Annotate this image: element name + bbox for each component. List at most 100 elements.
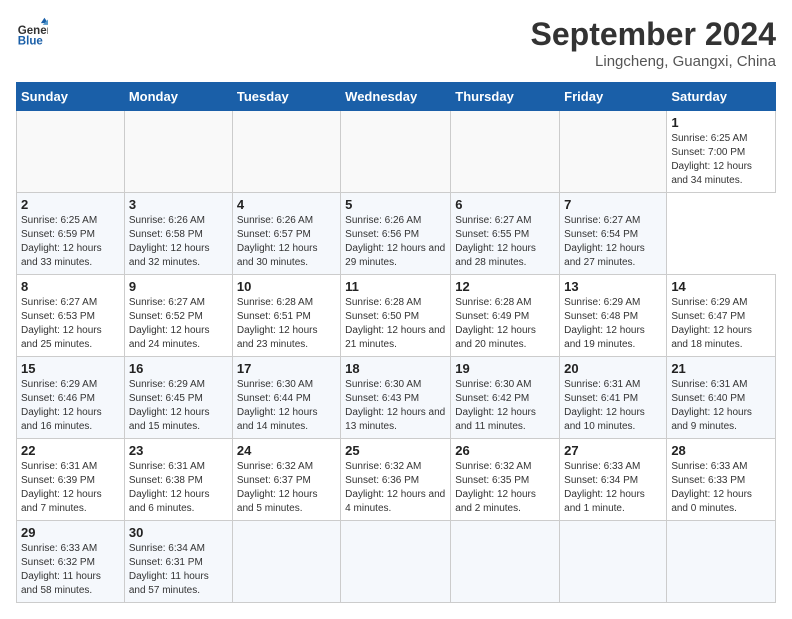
day-info: Sunrise: 6:25 AMSunset: 6:59 PMDaylight:…: [21, 214, 120, 270]
calendar-cell: 27 Sunrise: 6:33 AMSunset: 6:34 PMDaylig…: [560, 439, 667, 521]
calendar-cell: 12 Sunrise: 6:28 AMSunset: 6:49 PMDaylig…: [451, 275, 560, 357]
title-block: September 2024 Lingcheng, Guangxi, China: [531, 16, 776, 70]
day-info: Sunrise: 6:29 AMSunset: 6:45 PMDaylight:…: [129, 378, 228, 434]
calendar-cell: 5 Sunrise: 6:26 AMSunset: 6:56 PMDayligh…: [341, 193, 451, 275]
day-number: 15: [21, 361, 120, 376]
day-number: 21: [671, 361, 771, 376]
month-title: September 2024: [531, 16, 776, 53]
day-number: 23: [129, 443, 228, 458]
day-info: Sunrise: 6:31 AMSunset: 6:38 PMDaylight:…: [129, 460, 228, 516]
day-info: Sunrise: 6:31 AMSunset: 6:41 PMDaylight:…: [564, 378, 662, 434]
day-info: Sunrise: 6:34 AMSunset: 6:31 PMDaylight:…: [129, 542, 228, 598]
day-number: 11: [345, 279, 446, 294]
calendar-week-4: 15 Sunrise: 6:29 AMSunset: 6:46 PMDaylig…: [17, 357, 776, 439]
calendar-week-5: 22 Sunrise: 6:31 AMSunset: 6:39 PMDaylig…: [17, 439, 776, 521]
calendar-cell: 8 Sunrise: 6:27 AMSunset: 6:53 PMDayligh…: [17, 275, 125, 357]
day-number: 22: [21, 443, 120, 458]
calendar-cell: 15 Sunrise: 6:29 AMSunset: 6:46 PMDaylig…: [17, 357, 125, 439]
day-number: 29: [21, 525, 120, 540]
calendar-cell: 29 Sunrise: 6:33 AMSunset: 6:32 PMDaylig…: [17, 521, 125, 603]
day-number: 27: [564, 443, 662, 458]
day-number: 2: [21, 197, 120, 212]
calendar-cell: [560, 111, 667, 193]
day-number: 1: [671, 115, 771, 130]
col-header-tuesday: Tuesday: [232, 83, 340, 111]
calendar-cell: 9 Sunrise: 6:27 AMSunset: 6:52 PMDayligh…: [124, 275, 232, 357]
day-info: Sunrise: 6:32 AMSunset: 6:35 PMDaylight:…: [455, 460, 555, 516]
calendar-cell: 18 Sunrise: 6:30 AMSunset: 6:43 PMDaylig…: [341, 357, 451, 439]
day-number: 17: [237, 361, 336, 376]
day-info: Sunrise: 6:27 AMSunset: 6:52 PMDaylight:…: [129, 296, 228, 352]
day-info: Sunrise: 6:29 AMSunset: 6:48 PMDaylight:…: [564, 296, 662, 352]
calendar-cell: [560, 521, 667, 603]
calendar-cell: 10 Sunrise: 6:28 AMSunset: 6:51 PMDaylig…: [232, 275, 340, 357]
calendar-cell: [667, 521, 776, 603]
day-number: 12: [455, 279, 555, 294]
calendar-cell: [451, 111, 560, 193]
svg-text:Blue: Blue: [18, 35, 44, 47]
calendar-cell: 19 Sunrise: 6:30 AMSunset: 6:42 PMDaylig…: [451, 357, 560, 439]
day-info: Sunrise: 6:28 AMSunset: 6:51 PMDaylight:…: [237, 296, 336, 352]
logo-icon: General Blue: [16, 16, 48, 48]
calendar-week-6: 29 Sunrise: 6:33 AMSunset: 6:32 PMDaylig…: [17, 521, 776, 603]
calendar-cell: 16 Sunrise: 6:29 AMSunset: 6:45 PMDaylig…: [124, 357, 232, 439]
calendar-cell: 13 Sunrise: 6:29 AMSunset: 6:48 PMDaylig…: [560, 275, 667, 357]
calendar-cell: 26 Sunrise: 6:32 AMSunset: 6:35 PMDaylig…: [451, 439, 560, 521]
day-info: Sunrise: 6:27 AMSunset: 6:53 PMDaylight:…: [21, 296, 120, 352]
day-info: Sunrise: 6:26 AMSunset: 6:58 PMDaylight:…: [129, 214, 228, 270]
day-number: 19: [455, 361, 555, 376]
day-info: Sunrise: 6:28 AMSunset: 6:49 PMDaylight:…: [455, 296, 555, 352]
calendar-cell: 11 Sunrise: 6:28 AMSunset: 6:50 PMDaylig…: [341, 275, 451, 357]
calendar-cell: [232, 111, 340, 193]
day-info: Sunrise: 6:30 AMSunset: 6:42 PMDaylight:…: [455, 378, 555, 434]
calendar-cell: 17 Sunrise: 6:30 AMSunset: 6:44 PMDaylig…: [232, 357, 340, 439]
calendar-cell: [341, 111, 451, 193]
day-number: 24: [237, 443, 336, 458]
day-number: 20: [564, 361, 662, 376]
day-number: 10: [237, 279, 336, 294]
day-number: 14: [671, 279, 771, 294]
calendar-cell: [341, 521, 451, 603]
calendar-cell: 14 Sunrise: 6:29 AMSunset: 6:47 PMDaylig…: [667, 275, 776, 357]
col-header-saturday: Saturday: [667, 83, 776, 111]
day-info: Sunrise: 6:25 AMSunset: 7:00 PMDaylight:…: [671, 132, 771, 188]
col-header-friday: Friday: [560, 83, 667, 111]
calendar-table: SundayMondayTuesdayWednesdayThursdayFrid…: [16, 82, 776, 603]
day-number: 28: [671, 443, 771, 458]
day-number: 3: [129, 197, 228, 212]
day-info: Sunrise: 6:30 AMSunset: 6:44 PMDaylight:…: [237, 378, 336, 434]
day-number: 5: [345, 197, 446, 212]
calendar-cell: 20 Sunrise: 6:31 AMSunset: 6:41 PMDaylig…: [560, 357, 667, 439]
col-header-sunday: Sunday: [17, 83, 125, 111]
calendar-cell: 3 Sunrise: 6:26 AMSunset: 6:58 PMDayligh…: [124, 193, 232, 275]
day-info: Sunrise: 6:29 AMSunset: 6:46 PMDaylight:…: [21, 378, 120, 434]
calendar-cell: 4 Sunrise: 6:26 AMSunset: 6:57 PMDayligh…: [232, 193, 340, 275]
calendar-cell: 30 Sunrise: 6:34 AMSunset: 6:31 PMDaylig…: [124, 521, 232, 603]
day-number: 18: [345, 361, 446, 376]
calendar-cell: 24 Sunrise: 6:32 AMSunset: 6:37 PMDaylig…: [232, 439, 340, 521]
calendar-cell: 22 Sunrise: 6:31 AMSunset: 6:39 PMDaylig…: [17, 439, 125, 521]
day-info: Sunrise: 6:32 AMSunset: 6:37 PMDaylight:…: [237, 460, 336, 516]
page-header: General Blue September 2024 Lingcheng, G…: [16, 16, 776, 70]
col-header-wednesday: Wednesday: [341, 83, 451, 111]
calendar-cell: 1 Sunrise: 6:25 AMSunset: 7:00 PMDayligh…: [667, 111, 776, 193]
day-info: Sunrise: 6:31 AMSunset: 6:39 PMDaylight:…: [21, 460, 120, 516]
day-number: 16: [129, 361, 228, 376]
day-number: 7: [564, 197, 662, 212]
day-info: Sunrise: 6:33 AMSunset: 6:32 PMDaylight:…: [21, 542, 120, 598]
day-info: Sunrise: 6:33 AMSunset: 6:34 PMDaylight:…: [564, 460, 662, 516]
col-header-monday: Monday: [124, 83, 232, 111]
calendar-cell: [17, 111, 125, 193]
location: Lingcheng, Guangxi, China: [531, 53, 776, 70]
calendar-week-1: 1 Sunrise: 6:25 AMSunset: 7:00 PMDayligh…: [17, 111, 776, 193]
day-info: Sunrise: 6:29 AMSunset: 6:47 PMDaylight:…: [671, 296, 771, 352]
calendar-week-3: 8 Sunrise: 6:27 AMSunset: 6:53 PMDayligh…: [17, 275, 776, 357]
calendar-cell: 25 Sunrise: 6:32 AMSunset: 6:36 PMDaylig…: [341, 439, 451, 521]
day-info: Sunrise: 6:28 AMSunset: 6:50 PMDaylight:…: [345, 296, 446, 352]
day-number: 30: [129, 525, 228, 540]
calendar-header-row: SundayMondayTuesdayWednesdayThursdayFrid…: [17, 83, 776, 111]
day-info: Sunrise: 6:31 AMSunset: 6:40 PMDaylight:…: [671, 378, 771, 434]
calendar-cell: 28 Sunrise: 6:33 AMSunset: 6:33 PMDaylig…: [667, 439, 776, 521]
calendar-cell: 23 Sunrise: 6:31 AMSunset: 6:38 PMDaylig…: [124, 439, 232, 521]
day-info: Sunrise: 6:27 AMSunset: 6:54 PMDaylight:…: [564, 214, 662, 270]
